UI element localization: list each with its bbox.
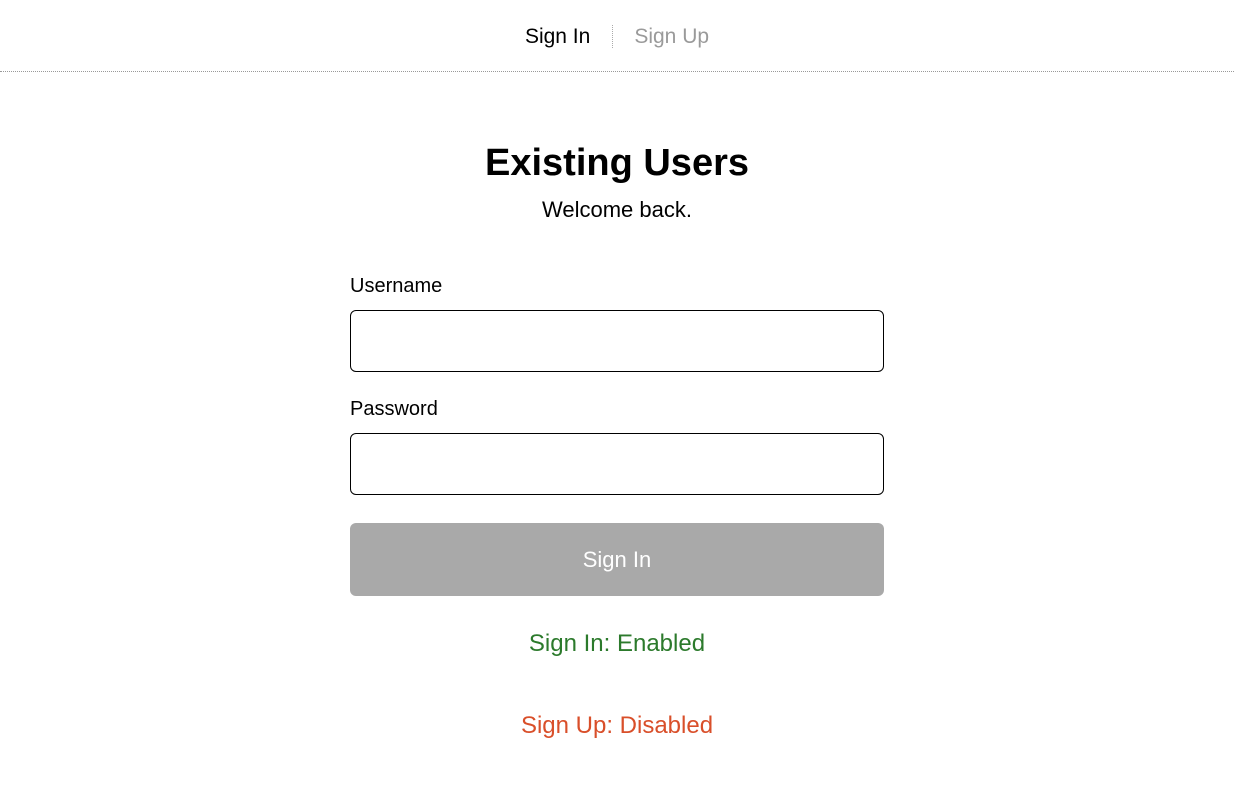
password-input[interactable] [350,433,884,495]
signin-button[interactable]: Sign In [350,523,884,596]
username-input[interactable] [350,310,884,372]
page-subtitle: Welcome back. [350,197,884,223]
password-group: Password [350,398,884,495]
signin-status: Sign In: Enabled [350,630,884,658]
tab-signup[interactable]: Sign Up [612,22,731,51]
tab-signin[interactable]: Sign In [503,22,612,51]
signup-status: Sign Up: Disabled [350,712,884,740]
signin-panel: Existing Users Welcome back. Username Pa… [350,72,884,740]
page-title: Existing Users [350,142,884,185]
auth-tabs: Sign In Sign Up [0,0,1234,72]
username-label: Username [350,275,884,298]
password-label: Password [350,398,884,421]
username-group: Username [350,275,884,372]
